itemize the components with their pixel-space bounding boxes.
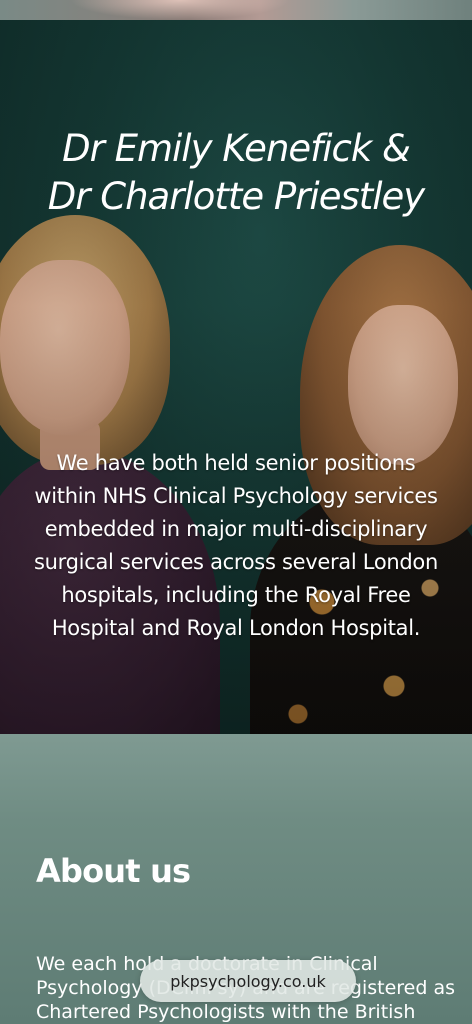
browser-url-pill[interactable]: pkpsychology.co.uk bbox=[140, 960, 356, 1002]
hero-description: We have both held senior positions withi… bbox=[34, 451, 438, 640]
hero-title-line-2: Dr Charlotte Priestley bbox=[47, 175, 425, 218]
hero-section: Dr Emily Kenefick & Dr Charlotte Priestl… bbox=[0, 20, 472, 734]
url-text: pkpsychology.co.uk bbox=[170, 971, 326, 991]
about-text-line-3: Chartered Psychologists with the British bbox=[36, 1001, 416, 1023]
about-heading: About us bbox=[36, 852, 191, 890]
hero-title-line-1: Dr Emily Kenefick & bbox=[62, 127, 411, 170]
previous-image-edge bbox=[0, 0, 472, 20]
hero-title: Dr Emily Kenefick & Dr Charlotte Priestl… bbox=[0, 125, 472, 221]
image-sheen bbox=[70, 0, 290, 20]
